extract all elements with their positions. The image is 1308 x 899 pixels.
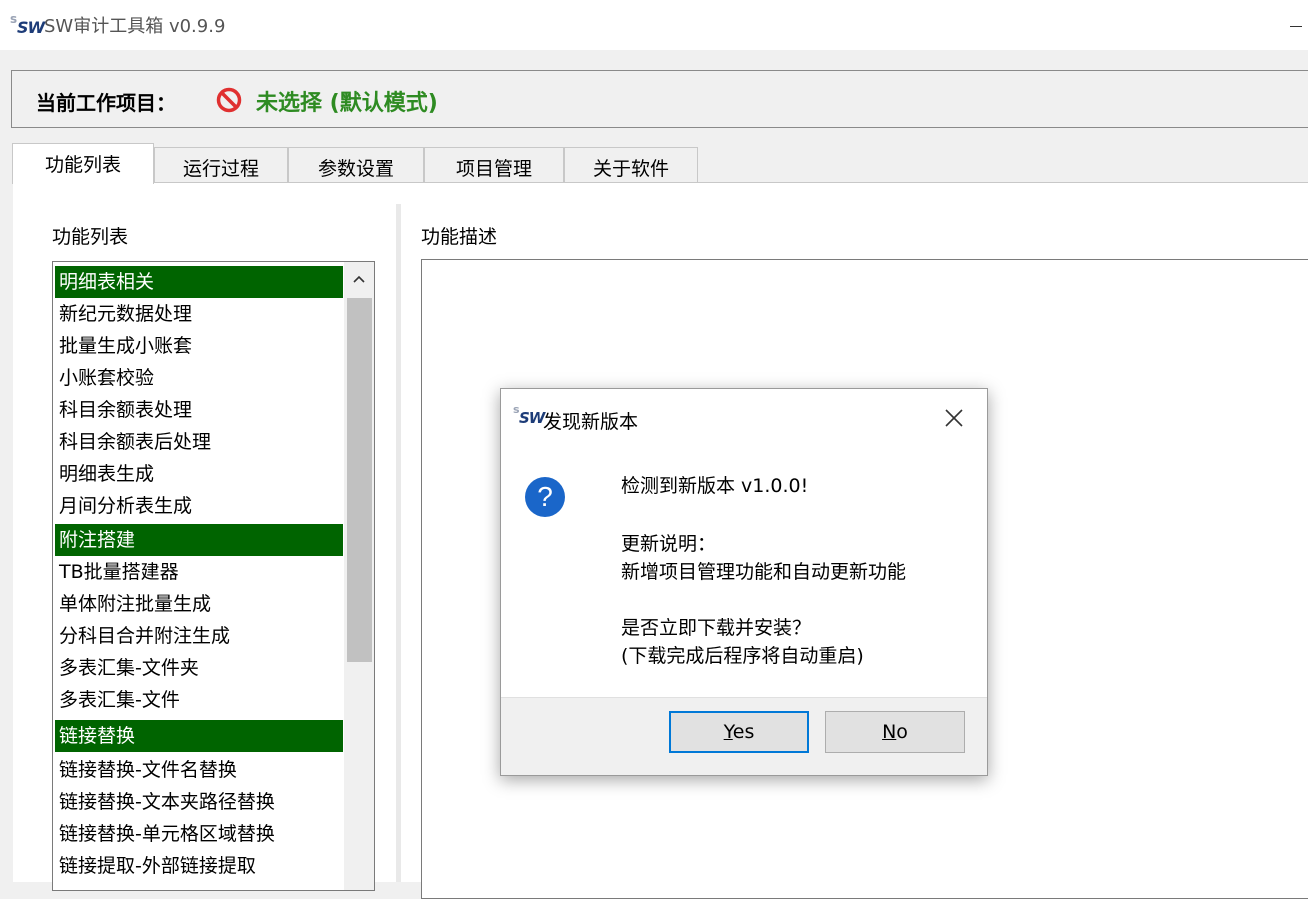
tab-about[interactable]: 关于软件 [564, 147, 698, 183]
dialog-message-notes: 新增项目管理功能和自动更新功能 [621, 561, 907, 583]
function-list-title: 功能列表 [52, 226, 129, 248]
close-icon[interactable] [941, 405, 967, 431]
list-item[interactable]: 链接提取-外部链接提取 [55, 850, 343, 882]
tab-label: 运行过程 [182, 158, 259, 180]
window-title: SW审计工具箱 v0.9.9 [44, 16, 226, 37]
app-logo-icon: s SW [10, 12, 45, 38]
mnemonic: Y [723, 721, 733, 743]
list-item[interactable]: 小账套校验 [55, 362, 343, 394]
tab-function-list[interactable]: 功能列表 [12, 143, 154, 184]
scroll-thumb[interactable] [347, 298, 372, 662]
list-category-header[interactable]: 链接替换 [55, 720, 343, 752]
list-item[interactable]: 新纪元数据处理 [55, 298, 343, 330]
project-status: 未选择 (默认模式) [256, 91, 438, 116]
list-item[interactable]: 多表汇集-文件 [55, 684, 343, 716]
list-item[interactable]: 单体附注批量生成 [55, 588, 343, 620]
list-item[interactable]: 链接替换-文本夹路径替换 [55, 786, 343, 818]
no-button[interactable]: No [825, 711, 965, 753]
dialog-message-version: 检测到新版本 v1.0.0! [621, 475, 809, 497]
logo-letters: SW [17, 18, 45, 37]
tab-label: 参数设置 [317, 158, 394, 180]
list-item[interactable]: TB批量搭建器 [55, 556, 343, 588]
dialog-message-question: 是否立即下载并安装？ [621, 617, 812, 639]
function-listbox[interactable]: 明细表相关 新纪元数据处理 批量生成小账套 小账套校验 科目余额表处理 科目余额… [52, 261, 375, 891]
function-desc-title: 功能描述 [421, 226, 498, 248]
button-label: es [732, 721, 755, 743]
title-bar: s SW SW审计工具箱 v0.9.9 [0, 0, 1308, 50]
prohibited-icon [216, 87, 242, 113]
button-label: o [896, 721, 908, 743]
tab-project-management[interactable]: 项目管理 [424, 147, 564, 183]
list-item[interactable]: 月间分析表生成 [55, 490, 343, 522]
list-item[interactable]: 明细表生成 [55, 458, 343, 490]
list-item[interactable]: 多表汇集-文件夹 [55, 652, 343, 684]
list-item[interactable]: 分科目合并附注生成 [55, 620, 343, 652]
project-bar: 当前工作项目： 未选择 (默认模式) [11, 70, 1308, 128]
list-scrollbar[interactable] [344, 262, 374, 890]
list-item[interactable]: 批量生成小账套 [55, 330, 343, 362]
mnemonic: N [882, 721, 897, 743]
list-item[interactable]: 科目余额表后处理 [55, 426, 343, 458]
scroll-up-arrow-icon[interactable] [344, 262, 374, 296]
list-category-header[interactable]: 明细表相关 [55, 266, 343, 298]
tab-label: 关于软件 [592, 158, 669, 180]
update-dialog: s SW 发现新版本 ? 检测到新版本 v1.0.0! 更新说明： 新增项目管理… [500, 388, 988, 776]
project-label: 当前工作项目： [36, 91, 176, 115]
tab-bar: 功能列表 运行过程 参数设置 项目管理 关于软件 [12, 143, 1308, 184]
dialog-message-notes-label: 更新说明： [621, 533, 717, 555]
list-category-header[interactable]: 附注搭建 [55, 524, 343, 556]
question-icon: ? [525, 477, 565, 517]
list-item[interactable]: 链接替换-单元格区域替换 [55, 818, 343, 850]
main-window: s SW SW审计工具箱 v0.9.9 当前工作项目： 未选择 (默认模式) 功… [0, 0, 1308, 899]
dialog-title: 发现新版本 [543, 411, 639, 433]
tab-parameter-settings[interactable]: 参数设置 [288, 147, 424, 183]
logo-letters: SW [519, 409, 545, 427]
dialog-logo-icon: s SW [513, 403, 545, 429]
yes-button[interactable]: Yes [669, 711, 809, 753]
list-item[interactable]: 科目余额表处理 [55, 394, 343, 426]
minimize-button[interactable] [1278, 0, 1308, 50]
panel-splitter[interactable] [396, 204, 401, 882]
list-item[interactable]: 链接替换-文件名替换 [55, 754, 343, 786]
tab-run-process[interactable]: 运行过程 [154, 147, 288, 183]
tab-label: 功能列表 [44, 154, 121, 176]
tab-label: 项目管理 [455, 158, 532, 180]
dialog-message-restart-note: (下载完成后程序将自动重启) [621, 645, 864, 667]
